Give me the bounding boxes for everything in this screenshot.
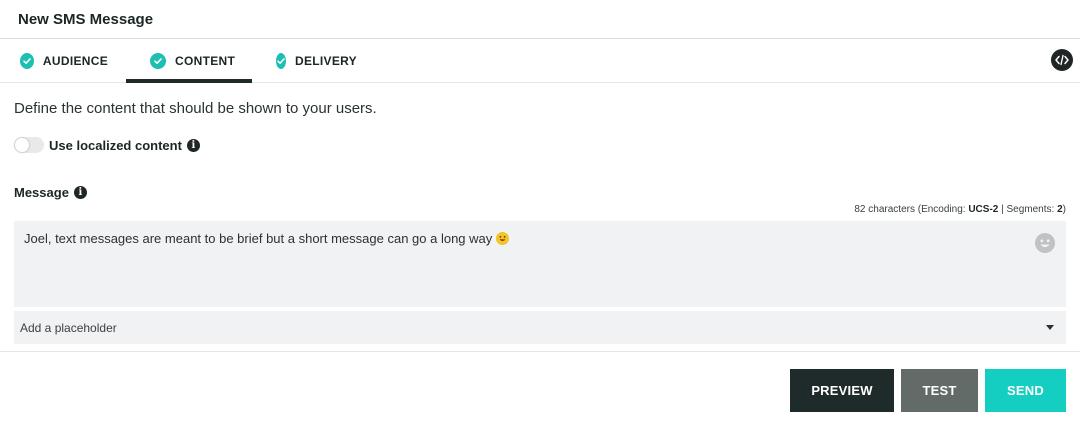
tab-label: DELIVERY [295,53,357,68]
tab-label: AUDIENCE [42,53,108,68]
tab-delivery[interactable]: DELIVERY [262,39,362,82]
placeholder-select[interactable]: Add a placeholder [14,311,1066,344]
page-title: New SMS Message [18,10,154,28]
footer-divider [0,351,1080,352]
caret-down-icon [1046,325,1054,330]
tab-audience[interactable]: AUDIENCE [12,39,116,82]
encoding-value: UCS-2 [968,204,999,215]
message-label-row: Message i [14,183,1066,201]
info-icon[interactable]: i [73,185,87,199]
check-circle-icon [20,52,34,69]
smiley-emoji-icon [495,232,509,245]
check-circle-icon [150,52,166,69]
message-textarea[interactable]: Joel, text messages are meant to be brie… [14,221,1066,307]
counter-suffix: ) [1062,204,1066,215]
character-counter: 82 characters (Encoding: UCS-2 | Segment… [14,204,1066,217]
action-bar: PREVIEW TEST SEND [790,369,1066,412]
counter-separator: | Segments: [998,204,1058,215]
tab-content[interactable]: CONTENT [126,39,252,83]
content-panel: Define the content that should be shown … [0,100,1080,344]
counter-prefix: 82 characters (Encoding: [854,204,969,215]
message-label: Message [14,184,69,200]
localized-content-row: Use localized content i [14,136,1066,154]
info-icon[interactable]: i [186,138,200,152]
emoji-picker-button[interactable] [1035,233,1055,256]
check-circle-icon [276,52,286,69]
smiley-icon [1035,233,1055,253]
localized-content-toggle[interactable] [14,137,44,153]
test-button[interactable]: TEST [901,369,978,412]
localized-content-label: Use localized content [49,137,182,153]
step-tabs: AUDIENCE CONTENT DELIVERY [0,39,1080,83]
code-icon [1055,54,1069,66]
page-header: New SMS Message [0,0,1080,39]
intro-text: Define the content that should be shown … [14,100,377,117]
tab-label: CONTENT [175,53,236,68]
placeholder-select-label: Add a placeholder [20,320,117,335]
toggle-knob [15,138,29,152]
code-view-button[interactable] [1051,49,1073,71]
message-text: Joel, text messages are meant to be brie… [24,231,493,246]
preview-button[interactable]: PREVIEW [790,369,894,412]
send-button[interactable]: SEND [985,369,1066,412]
